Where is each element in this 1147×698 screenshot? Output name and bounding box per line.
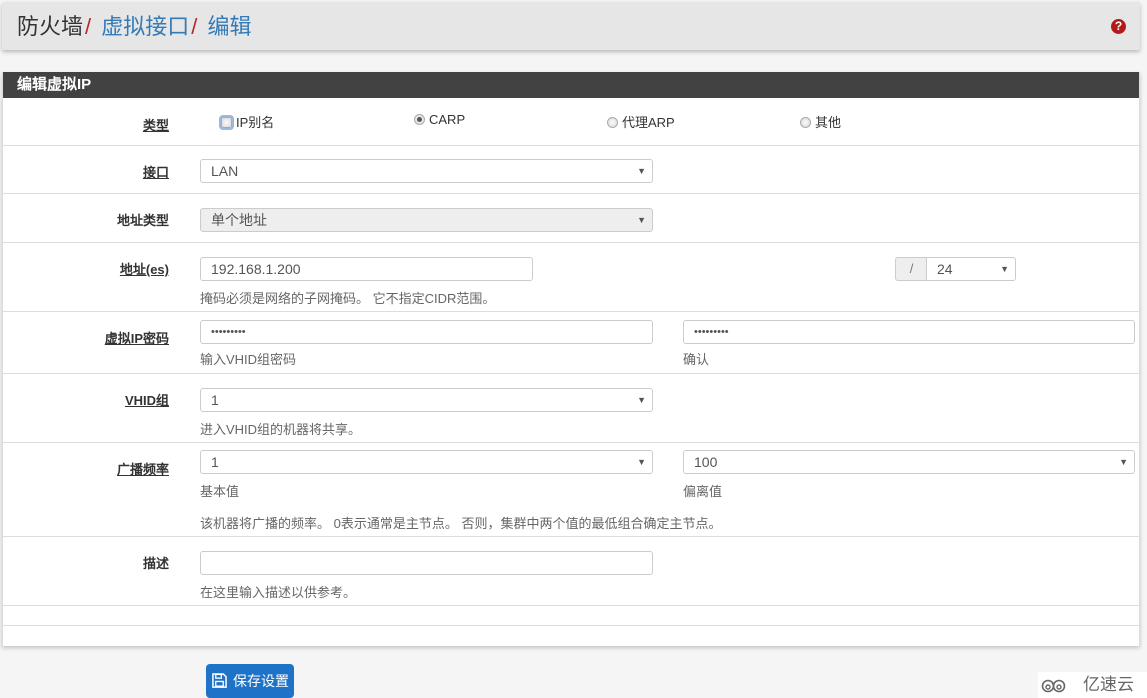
breadcrumb-separator: / [191, 14, 198, 39]
advertising-label: 广播频率 [116, 462, 169, 477]
password-confirm-input[interactable]: ••••••••• [683, 320, 1135, 344]
empty-row [3, 606, 1139, 626]
type-row: 类型 IP别名 CARP 代理ARP 其他 [3, 98, 1139, 146]
radio-ip-alias-label: IP别名 [236, 115, 275, 130]
radio-other-dot[interactable] [800, 117, 811, 128]
cidr-select[interactable]: 24 ▼ [926, 257, 1016, 281]
address-input[interactable]: 192.168.1.200 [200, 257, 533, 281]
password-help: 输入VHID组密码 [200, 352, 297, 367]
address-type-select[interactable]: 单个地址 ▼ [200, 208, 653, 232]
address-label: 地址(es) [119, 262, 169, 277]
password-confirm-help: 确认 [683, 352, 710, 367]
save-button[interactable]: 保存设置 [206, 664, 294, 698]
advertising-skew-value: 100 [694, 454, 718, 470]
radio-carp[interactable]: CARP [414, 112, 465, 127]
advertising-row: 广播频率 1 ▼ 基本值 100 ▼ 偏离值 该机器将广播的频率。 0表示通常是… [3, 443, 1139, 537]
description-label: 描述 [142, 556, 169, 571]
cloud-logo-icon [1041, 679, 1066, 693]
password-input-value: ••••••••• [211, 326, 246, 338]
password-input[interactable]: ••••••••• [200, 320, 653, 344]
breadcrumb: 防火墙/ 虚拟接口/ 编辑 [17, 14, 252, 40]
address-type-select-value: 单个地址 [211, 212, 267, 228]
address-row: 地址(es) 192.168.1.200 掩码必须是网络的子网掩码。 它不指定C… [3, 243, 1139, 312]
password-label: 虚拟IP密码 [104, 331, 169, 346]
radio-proxy-arp-label: 代理ARP [622, 115, 675, 130]
vhid-row: VHID组 1 ▼ 进入VHID组的机器将共享。 [3, 374, 1139, 443]
type-label: 类型 [142, 118, 169, 133]
vhid-help: 进入VHID组的机器将共享。 [200, 422, 362, 437]
radio-other[interactable]: 其他 [800, 112, 841, 131]
vhid-select-value: 1 [211, 392, 219, 408]
advertising-base-help: 基本值 [200, 484, 240, 499]
description-input[interactable] [200, 551, 653, 575]
advertising-base-select[interactable]: 1 ▼ [200, 450, 653, 474]
interface-label: 接口 [142, 165, 169, 180]
chevron-down-icon: ▼ [637, 215, 646, 225]
chevron-down-icon: ▼ [637, 395, 646, 405]
radio-ip-alias-dot[interactable] [219, 115, 234, 130]
radio-ip-alias[interactable]: IP别名 [219, 112, 275, 131]
interface-row: 接口 LAN ▼ [3, 146, 1139, 194]
advertising-base-value: 1 [211, 454, 219, 470]
password-confirm-value: ••••••••• [694, 326, 729, 338]
cidr-separator: / [895, 257, 927, 281]
radio-other-label: 其他 [815, 115, 842, 130]
address-type-label: 地址类型 [116, 213, 169, 228]
radio-proxy-arp-dot[interactable] [607, 117, 618, 128]
question-circle-icon[interactable]: ? [1111, 19, 1126, 34]
cidr-select-value: 24 [937, 261, 953, 277]
interface-select[interactable]: LAN ▼ [200, 159, 653, 183]
breadcrumb-root: 防火墙 [17, 14, 84, 39]
save-button-label: 保存设置 [233, 673, 289, 689]
advertising-skew-select[interactable]: 100 ▼ [683, 450, 1135, 474]
advertising-help: 该机器将广播的频率。 0表示通常是主节点。 否则，集群中两个值的最低组合确定主节… [200, 516, 722, 531]
password-row: 虚拟IP密码 ••••••••• 输入VHID组密码 ••••••••• 确认 [3, 312, 1139, 374]
description-help: 在这里输入描述以供参考。 [200, 585, 357, 600]
chevron-down-icon: ▼ [1119, 457, 1128, 467]
panel-title: 编辑虚拟IP [3, 72, 1139, 98]
radio-carp-label: CARP [429, 112, 466, 127]
breadcrumb-virtual-ips[interactable]: 虚拟接口 [101, 14, 189, 39]
address-type-row: 地址类型 单个地址 ▼ [3, 194, 1139, 243]
address-input-value: 192.168.1.200 [211, 261, 301, 277]
vhid-select[interactable]: 1 ▼ [200, 388, 653, 412]
chevron-down-icon: ▼ [637, 166, 646, 176]
vhid-label: VHID组 [124, 393, 169, 408]
radio-proxy-arp[interactable]: 代理ARP [607, 112, 675, 131]
address-help: 掩码必须是网络的子网掩码。 它不指定CIDR范围。 [200, 291, 496, 306]
breadcrumb-separator: / [85, 14, 92, 39]
breadcrumb-bar: 防火墙/ 虚拟接口/ 编辑 ? [2, 2, 1140, 50]
advertising-skew-help: 偏离值 [683, 484, 723, 499]
description-row: 描述 在这里输入描述以供参考。 [3, 537, 1139, 606]
edit-virtual-ip-panel: 编辑虚拟IP 类型 IP别名 CARP 代理ARP 其他 接口 LAN ▼ 地址… [2, 72, 1140, 646]
breadcrumb-edit[interactable]: 编辑 [208, 14, 252, 39]
watermark: 亿速云 [1038, 672, 1147, 698]
watermark-text: 亿速云 [1083, 675, 1134, 694]
radio-carp-dot[interactable] [414, 114, 425, 125]
chevron-down-icon: ▼ [1000, 264, 1009, 274]
chevron-down-icon: ▼ [637, 457, 646, 467]
interface-select-value: LAN [211, 163, 239, 179]
floppy-disk-icon [212, 673, 227, 688]
